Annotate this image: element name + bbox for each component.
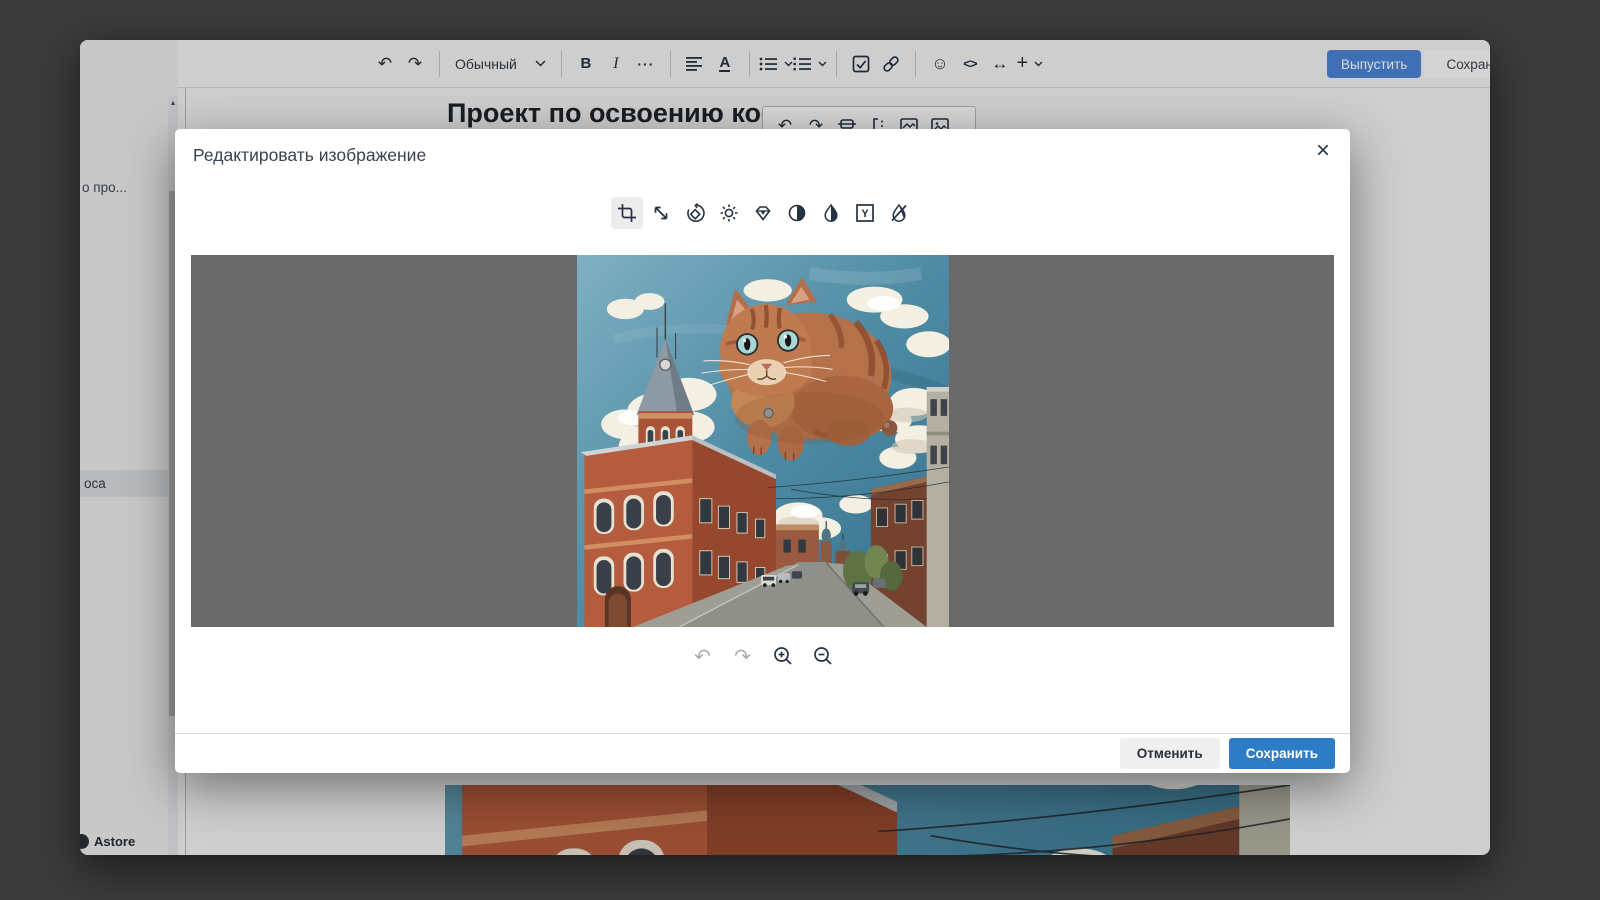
cancel-button[interactable]: Отменить — [1120, 738, 1220, 769]
canvas-controls: ↶ ↷ — [175, 643, 1350, 669]
tool-saturation-button[interactable] — [815, 197, 847, 229]
tool-crop-button[interactable] — [611, 197, 643, 229]
tool-brightness-button[interactable] — [713, 197, 745, 229]
tool-remove-color-button[interactable] — [883, 197, 915, 229]
image-canvas[interactable] — [191, 255, 1334, 627]
tool-rotate-button[interactable] — [679, 197, 711, 229]
redo-icon[interactable]: ↷ — [730, 643, 756, 669]
modal-title: Редактировать изображение — [193, 145, 426, 166]
tool-grayscale-button[interactable]: Y — [849, 197, 881, 229]
undo-icon[interactable]: ↶ — [690, 643, 716, 669]
tool-enhance-button[interactable] — [747, 197, 779, 229]
svg-text:Y: Y — [861, 208, 869, 220]
close-icon[interactable]: × — [1316, 139, 1330, 163]
tool-resize-button[interactable] — [645, 197, 677, 229]
edit-image-modal: Редактировать изображение × Y — [175, 129, 1350, 773]
zoom-in-icon[interactable] — [770, 643, 796, 669]
edited-image-preview — [577, 255, 949, 627]
image-tools-row: Y — [175, 197, 1350, 229]
save-button[interactable]: Сохранить — [1229, 738, 1335, 769]
tool-contrast-button[interactable] — [781, 197, 813, 229]
zoom-out-icon[interactable] — [810, 643, 836, 669]
modal-footer: Отменить Сохранить — [175, 733, 1350, 773]
